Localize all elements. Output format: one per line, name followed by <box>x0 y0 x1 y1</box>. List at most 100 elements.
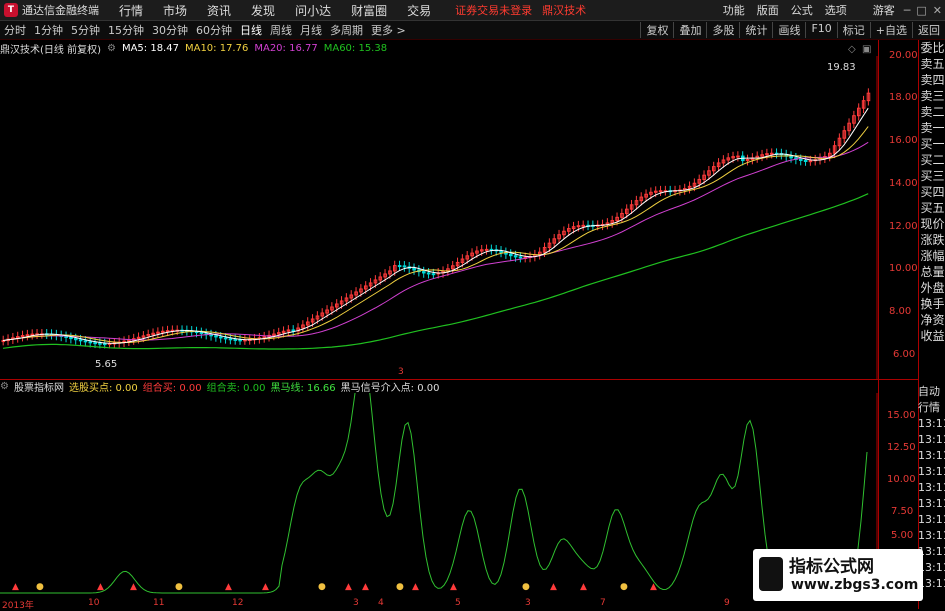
menu-formula[interactable]: 公式 <box>791 2 813 18</box>
price-tick: 6.00 <box>893 349 916 360</box>
side-time-label: 13:11 <box>918 481 945 494</box>
side-label[interactable]: 净资 <box>919 312 945 328</box>
signal-marker: ▲ <box>130 582 137 592</box>
side-label[interactable]: 委比 <box>919 40 945 56</box>
statistics-button[interactable]: 统计 <box>739 22 772 38</box>
indicator-name[interactable]: 股票指标网 <box>14 379 64 394</box>
indicator-settings-icon[interactable]: ⚙ <box>0 381 9 392</box>
side-time-label: 13:11 <box>918 497 945 510</box>
signal-marker: ▲ <box>12 582 19 592</box>
candle-body <box>397 265 402 268</box>
menu-options[interactable]: 选项 <box>825 2 847 18</box>
signal-marker: ● <box>620 582 628 592</box>
period-more[interactable]: 更多 > <box>371 22 406 38</box>
date-label: 7 <box>600 598 606 608</box>
candle-body <box>238 339 242 342</box>
period-weekly[interactable]: 周线 <box>270 22 292 38</box>
period-multi[interactable]: 多周期 <box>330 22 363 38</box>
menu-market[interactable]: 市场 <box>163 2 187 19</box>
event-marker[interactable]: 3 <box>398 367 404 377</box>
date-label: 4 <box>378 598 384 608</box>
price-tick: 8.00 <box>889 306 912 317</box>
restore-rights-button[interactable]: 复权 <box>640 22 673 38</box>
signal-marker: ▲ <box>345 582 352 592</box>
candle-body <box>25 334 30 337</box>
price-tick: 10.00 <box>889 263 918 274</box>
side-label[interactable]: 外盘 <box>919 280 945 296</box>
candle-body <box>103 343 107 346</box>
side-label[interactable]: 换手 <box>919 296 945 312</box>
menu-layout[interactable]: 版面 <box>757 2 779 18</box>
indicator-chart[interactable]: ▲ ● ▲ ▲ ● ▲ ▲ ● ▲ ▲ ● ▲ ▲ ● ▲ ▲ ● ▲ <box>0 393 878 599</box>
menu-function[interactable]: 功能 <box>723 2 745 18</box>
candle-body <box>83 340 88 343</box>
period-15min[interactable]: 15分钟 <box>108 22 144 38</box>
back-button[interactable]: 返回 <box>912 22 945 38</box>
side-label[interactable]: 现价 <box>919 216 945 232</box>
side-time-label: 自动 <box>918 385 940 398</box>
signal-marker: ● <box>175 582 183 592</box>
candle-body <box>513 255 518 258</box>
candle-body <box>803 160 808 163</box>
candle-body <box>161 330 165 333</box>
menu-trade[interactable]: 交易 <box>407 2 431 19</box>
candle-body <box>581 224 586 227</box>
side-label[interactable]: 买三 <box>919 168 945 184</box>
close-icon[interactable]: ✕ <box>933 4 942 17</box>
menu-wealth[interactable]: 财富圈 <box>351 2 387 19</box>
multi-stock-button[interactable]: 多股 <box>706 22 739 38</box>
side-label[interactable]: 涨跌 <box>919 232 945 248</box>
menu-ask[interactable]: 问小达 <box>295 2 331 19</box>
period-5min[interactable]: 5分钟 <box>71 22 100 38</box>
side-label[interactable]: 买五 <box>919 200 945 216</box>
mark-button[interactable]: 标记 <box>836 22 870 38</box>
side-label[interactable]: 卖三 <box>919 88 945 104</box>
period-1min[interactable]: 1分钟 <box>34 22 63 38</box>
date-axis: 2013年 10 11 12 3 4 5 3 7 9 <box>0 598 878 611</box>
side-time-label: 13:11 <box>918 465 945 478</box>
high-price-label: 19.83 <box>827 62 856 73</box>
date-label: 5 <box>455 598 461 608</box>
candle-body <box>223 337 228 340</box>
candlestick-chart[interactable]: 19.83 5.65 <box>0 56 878 379</box>
side-label[interactable]: 卖四 <box>919 72 945 88</box>
ma5-value: MA5: 18.47 <box>121 42 179 54</box>
guest-label[interactable]: 游客 <box>873 2 895 18</box>
period-30min[interactable]: 30分钟 <box>152 22 188 38</box>
side-label[interactable]: 卖五 <box>919 56 945 72</box>
menu-discover[interactable]: 发现 <box>251 2 275 19</box>
settings-gear-icon[interactable]: ⚙ <box>107 43 116 54</box>
menu-news[interactable]: 资讯 <box>207 2 231 19</box>
side-label[interactable]: 卖一 <box>919 120 945 136</box>
signal-marker: ▲ <box>550 582 557 592</box>
period-tick[interactable]: 分时 <box>4 22 26 38</box>
minimize-icon[interactable]: ─ <box>904 4 911 17</box>
date-label: 2013年 <box>2 601 34 611</box>
side-label[interactable]: 买一 <box>919 136 945 152</box>
maximize-icon[interactable]: □ <box>916 4 926 17</box>
diamond-icon[interactable]: ◇ <box>848 44 856 55</box>
candle-body <box>199 331 204 334</box>
side-label[interactable]: 买二 <box>919 152 945 168</box>
combo-buy-value: 组合买: 0.00 <box>142 383 202 394</box>
candle-body <box>736 155 740 158</box>
period-monthly[interactable]: 月线 <box>300 22 322 38</box>
overlay-button[interactable]: 叠加 <box>673 22 706 38</box>
panel-toggle-icon[interactable]: ▣ <box>862 44 871 55</box>
period-daily[interactable]: 日线 <box>240 22 262 38</box>
draw-line-button[interactable]: 画线 <box>772 22 805 38</box>
date-label: 3 <box>525 598 531 608</box>
date-label: 10 <box>88 598 100 608</box>
f10-button[interactable]: F10 <box>805 22 836 38</box>
login-status[interactable]: 证券交易未登录 <box>455 2 532 18</box>
side-label[interactable]: 总量 <box>919 264 945 280</box>
side-label[interactable]: 收益 <box>919 328 945 344</box>
side-label[interactable]: 涨幅 <box>919 248 945 264</box>
candle-body <box>484 248 489 251</box>
candle-body <box>291 329 296 332</box>
add-watchlist-button[interactable]: +自选 <box>869 22 912 38</box>
side-label[interactable]: 买四 <box>919 184 945 200</box>
menu-quotes[interactable]: 行情 <box>119 2 143 19</box>
period-60min[interactable]: 60分钟 <box>196 22 232 38</box>
side-label[interactable]: 卖二 <box>919 104 945 120</box>
